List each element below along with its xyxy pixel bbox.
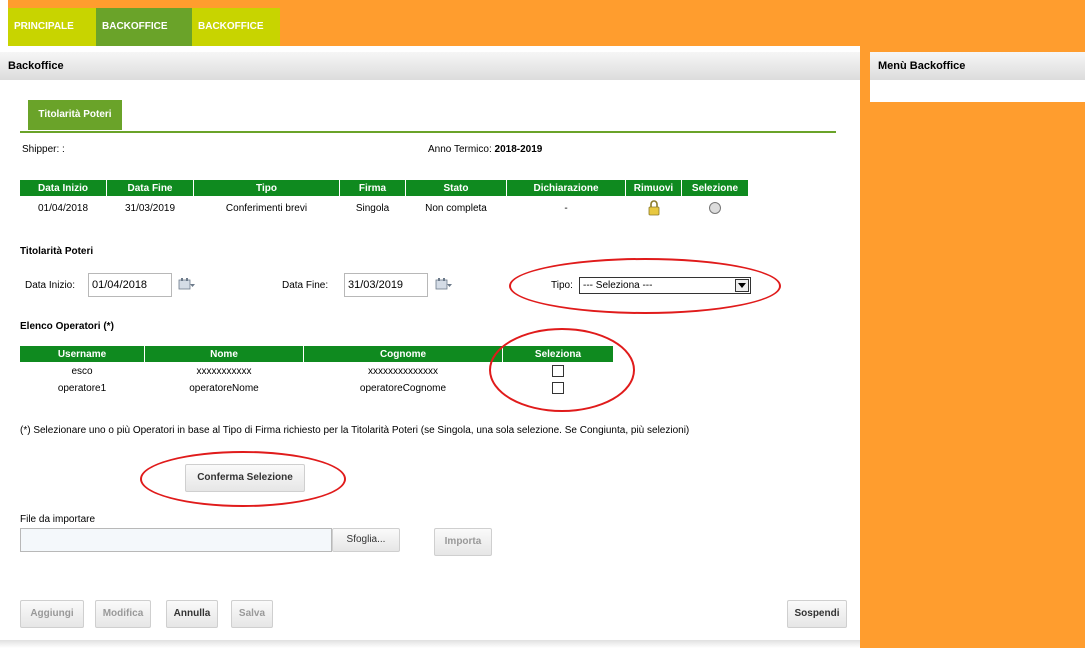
sospendi-button[interactable]: Sospendi (787, 600, 847, 628)
data-inizio-label: Data Inizio: (25, 280, 76, 291)
cell-cognome: operatoreCognome (359, 382, 447, 394)
calendar-icon[interactable] (178, 278, 196, 293)
cell-username: esco (71, 365, 93, 377)
aggiungi-button[interactable]: Aggiungi (20, 600, 84, 628)
highlight-ellipse-seleziona (489, 328, 635, 412)
col-header-data-fine: Data Fine (107, 180, 193, 196)
annulla-button[interactable]: Annulla (166, 600, 218, 628)
anno-termico: Anno Termico: 2018-2019 (428, 144, 542, 155)
tab-underline (20, 131, 836, 133)
anno-termico-value: 2018-2019 (494, 144, 543, 155)
periods-table: Data Inizio Data Fine Tipo Firma Stato D… (19, 180, 749, 220)
section-title-titolarita: Titolarità Poteri (20, 246, 94, 257)
data-inizio-input[interactable]: 01/04/2018 (88, 273, 172, 297)
cell-rimuovi (626, 196, 681, 220)
cell-firma: Singola (355, 202, 390, 214)
tab-backoffice-2[interactable]: BACKOFFICE (192, 8, 280, 46)
col-header-rimuovi: Rimuovi (626, 180, 681, 196)
file-label: File da importare (20, 514, 96, 525)
tab-principale[interactable]: PRINCIPALE (8, 8, 96, 46)
section-title-operatori: Elenco Operatori (*) (20, 321, 114, 332)
importa-button[interactable]: Importa (434, 528, 492, 556)
col-header-selezione: Selezione (682, 180, 748, 196)
top-nav-left-edge (0, 0, 8, 46)
cell-data-inizio: 01/04/2018 (37, 202, 89, 214)
highlight-ellipse-conferma (140, 451, 346, 507)
panel-bottom-shadow (0, 640, 860, 648)
cell-username: operatore1 (57, 382, 107, 394)
col-header-nome: Nome (145, 346, 303, 362)
tab-titolarita-poteri[interactable]: Titolarità Poteri (28, 100, 122, 130)
shipper-label: Shipper: : (22, 144, 65, 155)
col-header-stato: Stato (406, 180, 506, 196)
page-title: Backoffice (0, 52, 860, 80)
modifica-button[interactable]: Modifica (95, 600, 151, 628)
col-header-username: Username (20, 346, 144, 362)
cell-nome: operatoreNome (189, 382, 259, 394)
right-sidebar-background (860, 46, 1085, 648)
lock-icon[interactable] (648, 200, 660, 216)
calendar-icon[interactable] (435, 278, 453, 293)
sfoglia-button[interactable]: Sfoglia... (332, 528, 400, 552)
highlight-ellipse-tipo (509, 258, 781, 314)
cell-stato: Non completa (425, 202, 487, 214)
salva-button[interactable]: Salva (231, 600, 273, 628)
col-header-firma: Firma (340, 180, 405, 196)
data-fine-label: Data Fine: (282, 280, 329, 291)
col-header-data-inizio: Data Inizio (20, 180, 106, 196)
backoffice-menu-title: Menù Backoffice (870, 52, 1085, 80)
cell-dichiarazione: - (564, 202, 568, 214)
col-header-cognome: Cognome (304, 346, 502, 362)
operators-note: (*) Selezionare uno o più Operatori in b… (20, 425, 690, 436)
periods-table-header: Data Inizio Data Fine Tipo Firma Stato D… (20, 180, 748, 196)
cell-tipo: Conferimenti brevi (225, 202, 308, 214)
cell-data-fine: 31/03/2019 (124, 202, 176, 214)
cell-selezione (682, 196, 748, 220)
table-row: 01/04/2018 31/03/2019 Conferimenti brevi… (20, 196, 748, 220)
cell-nome: xxxxxxxxxxx (196, 365, 252, 377)
anno-termico-label: Anno Termico: (428, 144, 492, 155)
file-path-input[interactable] (20, 528, 332, 552)
tab-backoffice[interactable]: BACKOFFICE (96, 8, 192, 46)
col-header-dichiarazione: Dichiarazione (507, 180, 625, 196)
col-header-tipo: Tipo (194, 180, 339, 196)
cell-cognome: xxxxxxxxxxxxxx (368, 365, 438, 377)
data-fine-input[interactable]: 31/03/2019 (344, 273, 428, 297)
selezione-radio[interactable] (709, 202, 721, 214)
